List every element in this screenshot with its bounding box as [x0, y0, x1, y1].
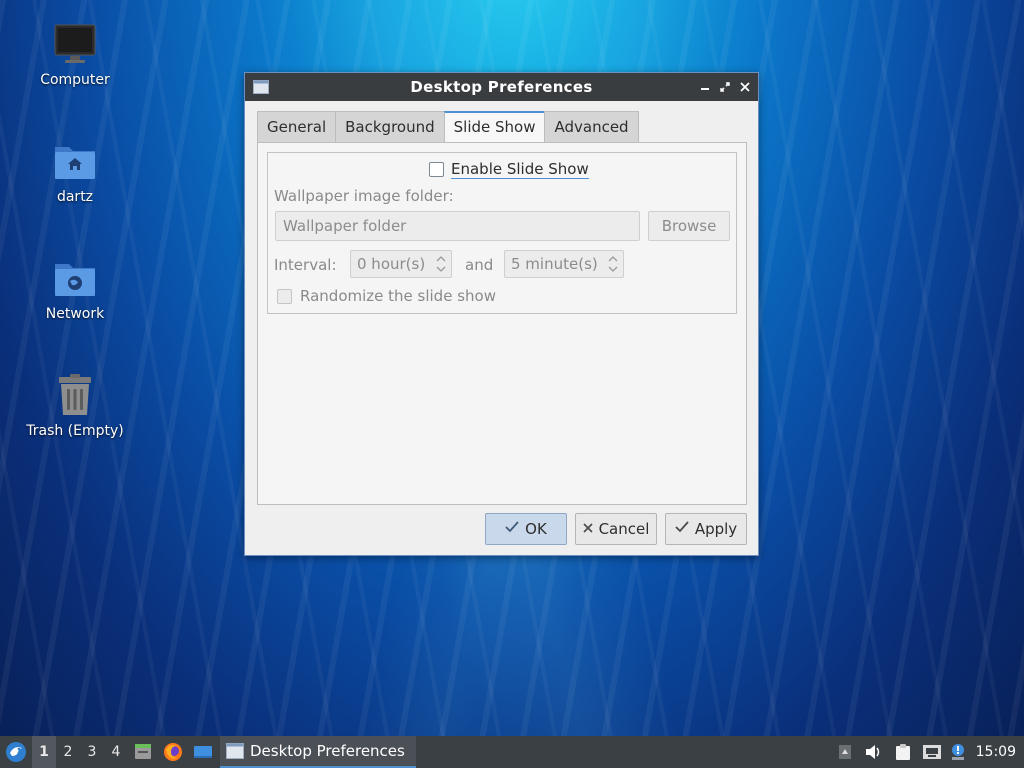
tab-general[interactable]: General — [257, 111, 336, 143]
minutes-value: 5 minute(s) — [511, 255, 598, 273]
workspace-2[interactable]: 2 — [56, 736, 80, 768]
trash-icon — [59, 374, 91, 415]
file-manager-icon[interactable] — [128, 736, 158, 768]
workspace-4[interactable]: 4 — [104, 736, 128, 768]
window-controls — [698, 73, 752, 101]
workspace-3[interactable]: 3 — [80, 736, 104, 768]
cancel-x-icon — [583, 522, 593, 537]
randomize-checkbox[interactable] — [277, 288, 292, 304]
hours-value: 0 hour(s) — [357, 255, 426, 273]
task-title: Desktop Preferences — [250, 742, 405, 760]
cancel-label: Cancel — [598, 520, 650, 538]
show-desktop-icon[interactable] — [188, 736, 218, 768]
desktop-icon-network[interactable]: Network — [20, 256, 130, 322]
workspace-1[interactable]: 1 — [32, 736, 56, 768]
minutes-spinbox[interactable]: 5 minute(s) — [504, 250, 624, 278]
check-icon — [675, 521, 689, 537]
spin-arrows-icon[interactable] — [435, 253, 447, 275]
enable-slideshow-row[interactable]: Enable Slide Show — [429, 158, 589, 180]
slide-show-page: Enable Slide Show Wallpaper image folder… — [257, 142, 747, 505]
hours-spinbox[interactable]: 0 hour(s) — [350, 250, 452, 278]
system-tray: 15:09 — [832, 736, 1024, 768]
ok-label: OK — [525, 520, 547, 538]
maximize-icon[interactable] — [718, 80, 732, 94]
app-menu-icon[interactable] — [0, 736, 32, 768]
clock[interactable]: 15:09 — [970, 744, 1024, 760]
network-folder-icon — [55, 264, 95, 296]
firefox-icon[interactable] — [158, 736, 188, 768]
desktop-icon-label: Trash (Empty) — [26, 423, 124, 439]
network-status-icon[interactable] — [918, 736, 946, 768]
volume-icon[interactable] — [858, 736, 888, 768]
apply-button[interactable]: Apply — [665, 513, 747, 545]
tab-advanced[interactable]: Advanced — [544, 111, 639, 143]
randomize-label[interactable]: Randomize the slide show — [300, 287, 496, 305]
home-folder-icon — [55, 147, 95, 179]
preferences-tabs: General Background Slide Show Advanced — [257, 111, 639, 143]
desktop-icon-label: dartz — [56, 189, 94, 205]
tab-slide-show[interactable]: Slide Show — [443, 111, 545, 143]
monitor-icon — [54, 24, 96, 63]
enable-slideshow-checkbox[interactable] — [429, 161, 444, 177]
window-titlebar[interactable]: Desktop Preferences — [245, 73, 758, 101]
update-notifier-icon[interactable] — [946, 736, 970, 768]
slide-show-frame: Enable Slide Show Wallpaper image folder… — [267, 152, 737, 314]
apply-label: Apply — [694, 520, 738, 538]
wallpaper-folder-input[interactable]: Wallpaper folder — [275, 211, 640, 241]
minimize-icon[interactable] — [698, 80, 712, 94]
desktop-icon-trash[interactable]: Trash (Empty) — [20, 373, 130, 439]
cancel-button[interactable]: Cancel — [575, 513, 657, 545]
ok-button[interactable]: OK — [485, 513, 567, 545]
desktop-icon-label: Network — [45, 306, 105, 322]
desktop-preferences-window: Desktop Preferences General Background S… — [244, 72, 759, 556]
taskbar: 1 2 3 4 Desktop Preferences 15:09 — [0, 736, 1024, 768]
desktop-icon-computer[interactable]: Computer — [20, 22, 130, 88]
taskbar-task-desktop-preferences[interactable]: Desktop Preferences — [220, 736, 416, 768]
tray-up-arrow-icon[interactable] — [832, 736, 858, 768]
and-label: and — [465, 256, 494, 274]
close-icon[interactable] — [738, 80, 752, 94]
desktop-icon-home[interactable]: dartz — [20, 139, 130, 205]
randomize-row[interactable]: Randomize the slide show — [277, 287, 496, 305]
enable-slideshow-label[interactable]: Enable Slide Show — [451, 160, 589, 179]
tab-background[interactable]: Background — [335, 111, 444, 143]
browse-button[interactable]: Browse — [648, 211, 730, 241]
check-icon — [505, 521, 519, 537]
desktop-icon-label: Computer — [40, 72, 110, 88]
window-app-icon — [253, 80, 269, 94]
wallpaper-folder-label: Wallpaper image folder: — [274, 187, 454, 205]
window-title: Desktop Preferences — [410, 78, 593, 96]
interval-label: Interval: — [274, 256, 337, 274]
clipboard-icon[interactable] — [888, 736, 918, 768]
spin-arrows-icon[interactable] — [607, 253, 619, 275]
window-app-icon — [226, 743, 244, 759]
